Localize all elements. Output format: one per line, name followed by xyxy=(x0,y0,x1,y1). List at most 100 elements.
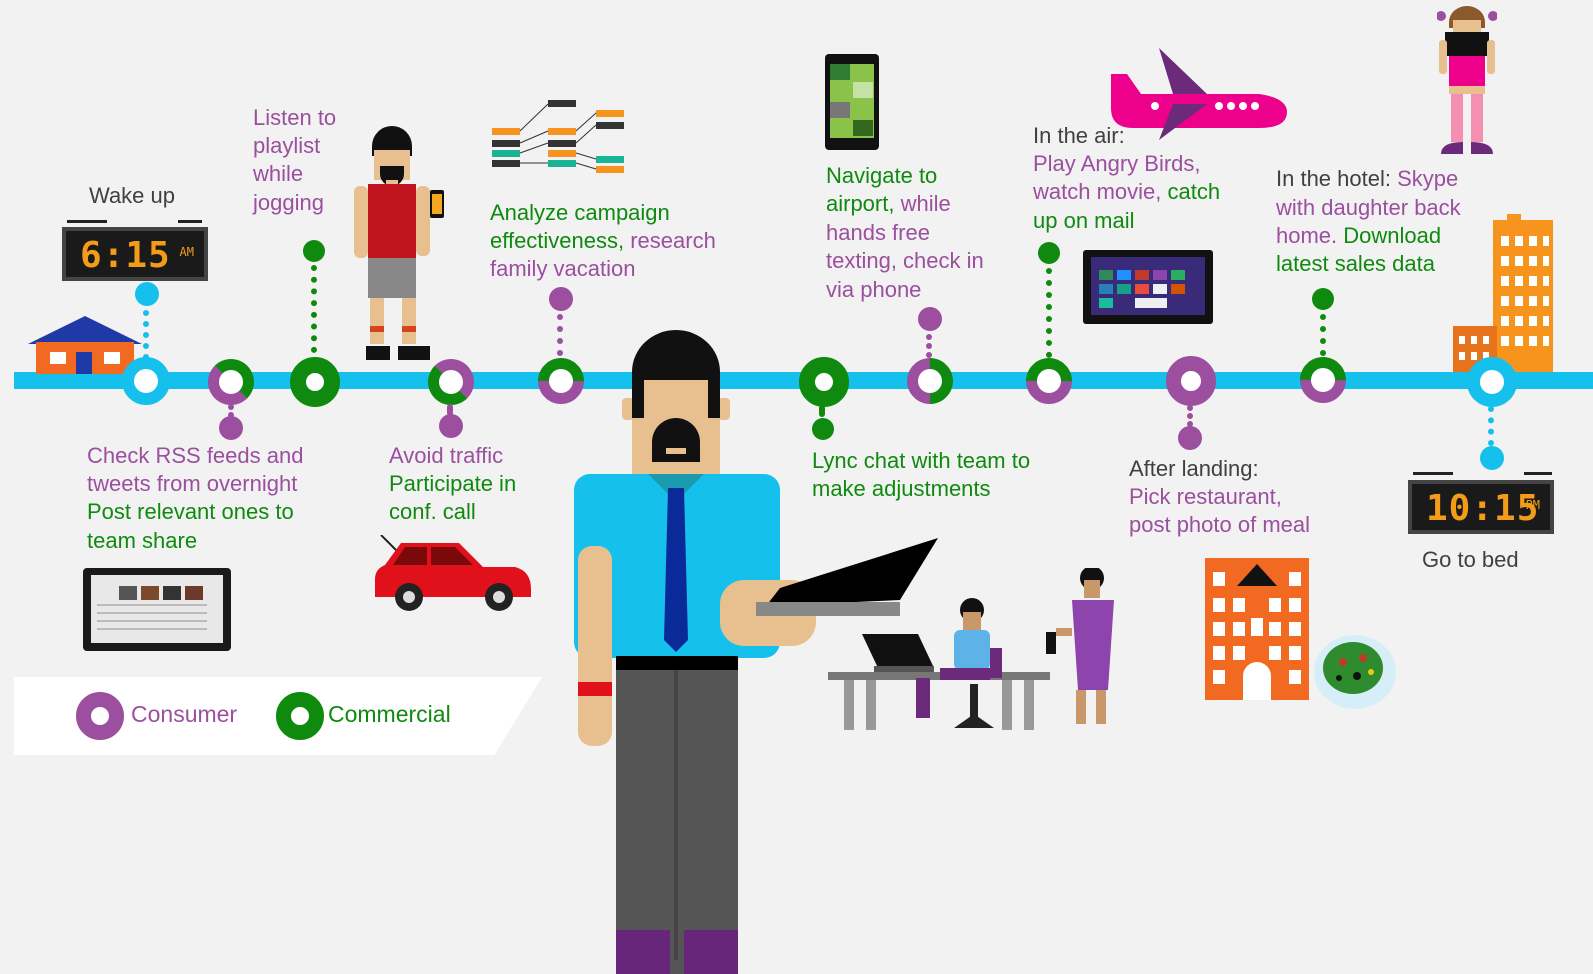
hotel-pin xyxy=(1312,288,1334,310)
lync-line1: Lync chat with team to xyxy=(812,448,1031,473)
navigate-line1: Navigate to xyxy=(826,163,938,188)
navigate-line2: airport, while xyxy=(826,190,951,219)
landing-connector xyxy=(1187,405,1193,427)
legend: Consumer Commercial xyxy=(14,677,542,755)
rss-line2: tweets from overnight xyxy=(87,471,298,496)
bed-label: Go to bed xyxy=(1422,547,1519,572)
legend-consumer-icon xyxy=(76,692,124,740)
timeline-node-hotel[interactable] xyxy=(1290,347,1356,413)
timeline-node-wake[interactable] xyxy=(122,357,170,405)
hotel-connector xyxy=(1320,314,1326,356)
hotel-line4: latest sales data xyxy=(1276,251,1435,276)
windows-tablet-icon xyxy=(83,568,231,651)
bed-connector xyxy=(1488,406,1494,446)
car-icon xyxy=(375,535,531,611)
landing-line2: post photo of meal xyxy=(1129,512,1311,537)
hotel-building-icon xyxy=(1453,214,1553,372)
analyze-line1: Analyze campaign xyxy=(490,200,670,225)
office-scene xyxy=(828,568,1114,730)
air-line1: Play Angry Birds, xyxy=(1033,151,1201,176)
bed-time: 10:15 xyxy=(1426,488,1540,529)
hotel-line2: with daughter back xyxy=(1276,195,1461,220)
lync-line2: make adjustments xyxy=(812,476,991,501)
clock-top-bar xyxy=(67,220,107,223)
timeline-node-bed[interactable] xyxy=(1467,357,1517,407)
legend-consumer-label: Consumer xyxy=(131,701,238,727)
navigate-pin xyxy=(918,307,942,331)
legend-commercial-icon xyxy=(276,692,324,740)
windows-phone-icon xyxy=(825,54,879,150)
wake-pin xyxy=(135,282,159,306)
daughter-figure xyxy=(1437,6,1497,154)
airplane-icon xyxy=(1111,48,1287,140)
navigate-line3: hands free xyxy=(826,220,930,245)
flow-chart-icon xyxy=(492,100,624,173)
jog-line4: jogging xyxy=(253,190,324,215)
rss-pin xyxy=(219,416,243,440)
bed-clock: 10:15 PM xyxy=(1408,480,1554,534)
traffic-line1: Avoid traffic xyxy=(389,443,504,468)
wake-time: 6:15 xyxy=(80,235,171,276)
hotel-line3: home. Download xyxy=(1276,222,1441,251)
rss-line1: Check RSS feeds and xyxy=(87,443,304,468)
air-heading: In the air: xyxy=(1033,123,1125,148)
navigate-line4: texting, check in xyxy=(826,248,984,273)
analyze-line2: effectiveness, research xyxy=(490,227,716,256)
clock-top-bar xyxy=(1413,472,1453,475)
air-line2b: catch xyxy=(1167,179,1221,204)
timeline-node-jog[interactable] xyxy=(290,357,340,407)
navigate-connector xyxy=(926,334,932,358)
hotel-line3a: home. xyxy=(1276,223,1344,248)
windows-tablet-icon xyxy=(1083,250,1213,324)
jog-line3: while xyxy=(253,161,304,186)
wake-label: Wake up xyxy=(89,183,176,208)
traffic-line2: Participate in xyxy=(389,471,517,496)
lync-connector xyxy=(819,405,825,417)
navigate-line2b: while xyxy=(900,191,951,216)
landing-line1: Pick restaurant, xyxy=(1129,484,1282,509)
air-line2a: watch movie, xyxy=(1033,179,1168,204)
navigate-line2a: airport, xyxy=(826,191,901,216)
restaurant-building-icon xyxy=(1205,558,1309,700)
jog-line2: playlist xyxy=(253,133,321,158)
salad-plate-icon xyxy=(1314,635,1396,709)
legend-commercial-label: Commercial xyxy=(328,701,451,727)
analyze-line2b: research xyxy=(630,228,716,253)
analyze-pin xyxy=(549,287,573,311)
timeline-node-traffic[interactable] xyxy=(428,359,474,405)
traffic-line3: conf. call xyxy=(389,499,476,524)
bed-ampm: PM xyxy=(1525,498,1540,512)
landing-heading: After landing: xyxy=(1129,456,1259,481)
air-connector xyxy=(1046,268,1052,358)
timeline-node-landing[interactable] xyxy=(1166,356,1216,406)
traffic-pin xyxy=(439,414,463,438)
lync-pin xyxy=(812,418,834,440)
timeline-node-rss[interactable] xyxy=(208,359,254,405)
jog-line1: Listen to xyxy=(253,105,337,130)
timeline-node-lync[interactable] xyxy=(799,357,849,407)
analyze-line2a: effectiveness, xyxy=(490,228,631,253)
hotel-line1: In the hotel: Skype xyxy=(1276,165,1458,194)
hotel-line1a: Skype xyxy=(1397,166,1459,191)
timeline-node-air[interactable] xyxy=(1016,348,1082,414)
jog-pin xyxy=(303,240,325,262)
wake-clock: 6:15 AM xyxy=(62,227,208,281)
rss-line3: Post relevant ones to xyxy=(87,499,294,524)
hotel-line3b: Download xyxy=(1343,223,1442,248)
landing-pin xyxy=(1178,426,1202,450)
hotel-heading: In the hotel: xyxy=(1276,166,1398,191)
clock-top-bar xyxy=(178,220,202,223)
wake-ampm: AM xyxy=(179,245,194,259)
analyze-connector xyxy=(557,314,563,356)
wake-connector xyxy=(143,310,149,360)
air-line2: watch movie, catch xyxy=(1033,178,1220,207)
navigate-line5: via phone xyxy=(826,277,922,302)
rss-line4: team share xyxy=(87,528,198,553)
jog-connector xyxy=(311,265,317,353)
air-line3: up on mail xyxy=(1033,208,1135,233)
clock-top-bar xyxy=(1524,472,1552,475)
analyze-line3: family vacation xyxy=(490,256,636,281)
air-pin xyxy=(1038,242,1060,264)
jogger-figure xyxy=(354,126,444,360)
bed-pin xyxy=(1480,446,1504,470)
